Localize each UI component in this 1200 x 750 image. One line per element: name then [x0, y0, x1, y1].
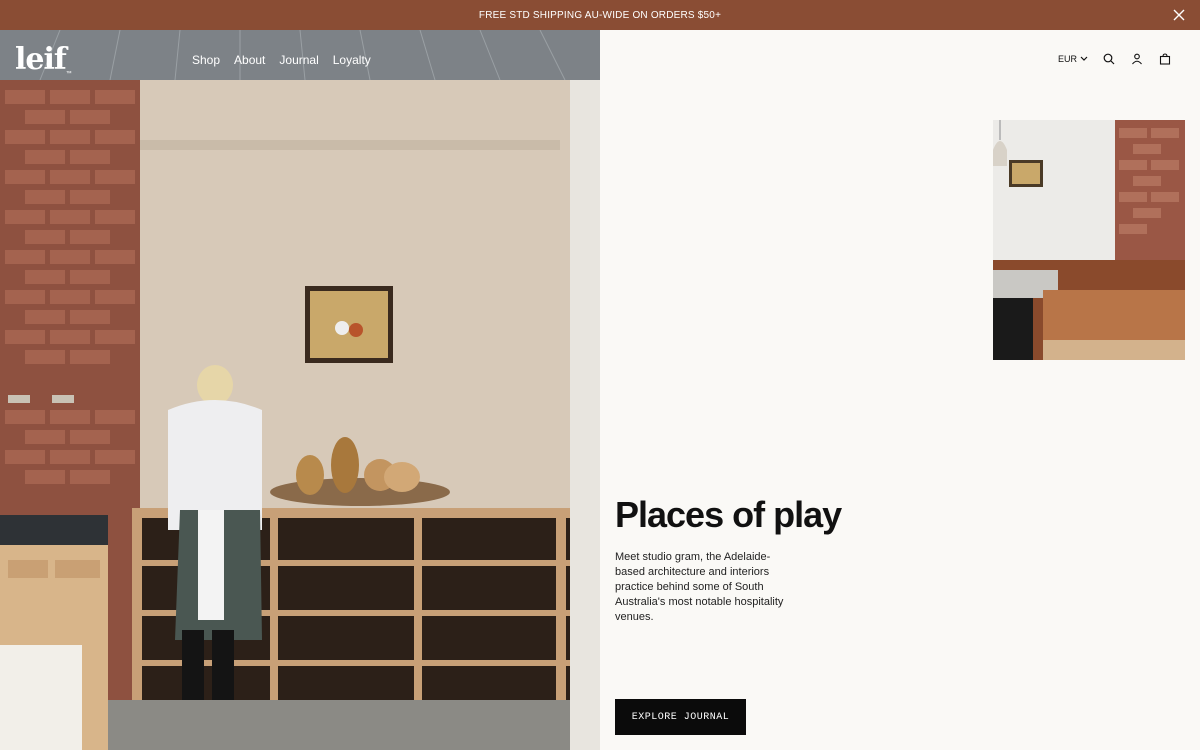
feature-description: Meet studio gram, the Adelaide-based arc… [615, 551, 784, 623]
nav-item-loyalty[interactable]: Loyalty [333, 53, 371, 67]
cart-icon[interactable] [1158, 52, 1172, 66]
feature-thumbnail-image [993, 120, 1185, 360]
nav-item-about[interactable]: About [234, 53, 265, 67]
close-icon[interactable] [1172, 8, 1186, 22]
currency-selector[interactable]: EUR [1058, 54, 1088, 64]
logo-trademark: ™ [65, 71, 72, 77]
chevron-down-icon [1080, 54, 1088, 64]
currency-label: EUR [1057, 54, 1077, 64]
announcement-bar: FREE STD SHIPPING AU-WIDE ON ORDERS $50+ [0, 0, 1200, 30]
nav-item-journal[interactable]: Journal [279, 53, 318, 67]
search-icon[interactable] [1102, 52, 1116, 66]
logo-text: leif [15, 42, 67, 77]
nav-item-shop[interactable]: Shop [192, 53, 220, 67]
explore-journal-button[interactable]: EXPLORE JOURNAL [615, 699, 746, 735]
feature-title: Places of play [615, 494, 842, 535]
main-nav: Shop About Journal Loyalty [192, 53, 371, 67]
logo[interactable]: leif™ [15, 42, 72, 77]
account-icon[interactable] [1130, 52, 1144, 66]
hero-image [0, 30, 600, 750]
announcement-text: FREE STD SHIPPING AU-WIDE ON ORDERS $50+ [478, 9, 722, 21]
header-utilities: EUR [1058, 52, 1172, 66]
